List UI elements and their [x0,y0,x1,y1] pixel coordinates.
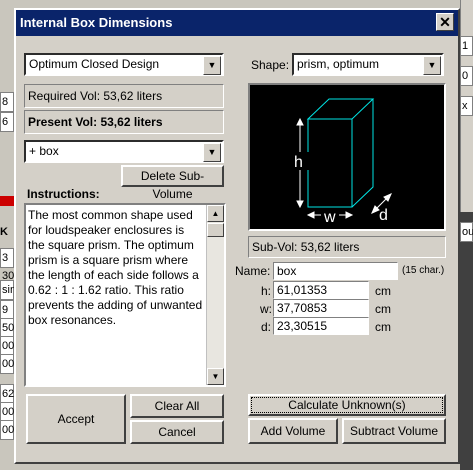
design-select[interactable]: Optimum Closed Design ▼ [24,53,224,76]
subtract-volume-button[interactable]: Subtract Volume [342,418,446,444]
subvolume-select[interactable]: + box ▼ [24,140,224,163]
w-unit: cm [375,302,391,316]
close-icon[interactable]: ✕ [436,13,454,31]
d-label: d: [261,320,272,334]
design-select-value: Optimum Closed Design [29,57,160,71]
bg-cell: 0 [460,66,473,86]
bg-cell: 6 [0,112,14,132]
bg-cell: 9 [0,300,14,320]
add-volume-button[interactable]: Add Volume [248,418,338,444]
w-label: w: [260,302,272,316]
subvol-field: Sub-Vol: 53,62 liters [248,236,446,258]
calculate-unknowns-button[interactable]: Calculate Unknown(s) [248,394,446,416]
depth-label: d [379,207,388,224]
instructions-heading: Instructions: [27,187,100,201]
shape-select[interactable]: prism, optimum ▼ [292,53,444,76]
name-hint: (15 char.) [402,265,445,276]
bg-cell: 50 [0,318,14,338]
h-unit: cm [375,284,391,298]
chevron-down-icon[interactable]: ▼ [203,143,221,162]
required-vol-field: Required Vol: 53,62 liters [24,84,224,108]
h-input[interactable]: 61,01353 [273,281,369,299]
height-label: h [294,154,303,171]
cancel-button[interactable]: Cancel [130,420,224,444]
bg-cell: 3 30 [0,248,14,282]
delete-subvolume-button[interactable]: Delete Sub-Volume [121,165,224,201]
bg-cell: 00 [0,402,14,422]
bg-cell: 00 [0,420,14,440]
prism-icon [306,98,375,208]
present-vol-field: Present Vol: 53,62 liters [24,110,224,134]
bg-cell: 62 [0,384,14,404]
instructions-textarea[interactable]: The most common shape used for loudspeak… [24,203,226,387]
bg-cell: 8 [0,92,14,112]
bg-cell: ous [460,222,473,242]
subvolume-select-value: + box [29,144,59,158]
name-label: Name: [235,264,271,278]
scroll-up-icon[interactable]: ▲ [207,205,224,222]
bg-dark-panel [460,212,473,470]
name-input[interactable]: box [273,262,398,280]
bg-cell: sin [0,280,16,300]
bg-cell: 00 [0,354,14,374]
instructions-scrollbar[interactable]: ▲ ▼ [206,205,224,385]
w-input[interactable]: 37,70853 [273,299,369,317]
bg-cell: 1 [460,36,473,56]
d-input[interactable]: 23,30515 [273,317,369,335]
scroll-down-icon[interactable]: ▼ [207,368,224,385]
clear-all-button[interactable]: Clear All [130,394,224,418]
chevron-down-icon[interactable]: ▼ [423,56,441,75]
accept-button[interactable]: Accept [26,394,126,444]
width-label: w [323,209,336,226]
bg-red-strip [0,196,14,206]
scroll-thumb[interactable] [207,223,224,237]
instructions-text: The most common shape used for loudspeak… [28,208,203,327]
chevron-down-icon[interactable]: ▼ [203,56,221,75]
shape-select-value: prism, optimum [297,57,380,71]
h-label: h: [261,284,272,298]
dialog-title: Internal Box Dimensions [16,10,458,36]
d-unit: cm [375,320,391,334]
bg-cell: 00 [0,336,14,356]
bg-cell: K [0,226,8,238]
bg-cell: x [460,96,473,116]
shape-diagram: h w d [248,83,446,231]
shape-label: Shape: [251,58,290,72]
